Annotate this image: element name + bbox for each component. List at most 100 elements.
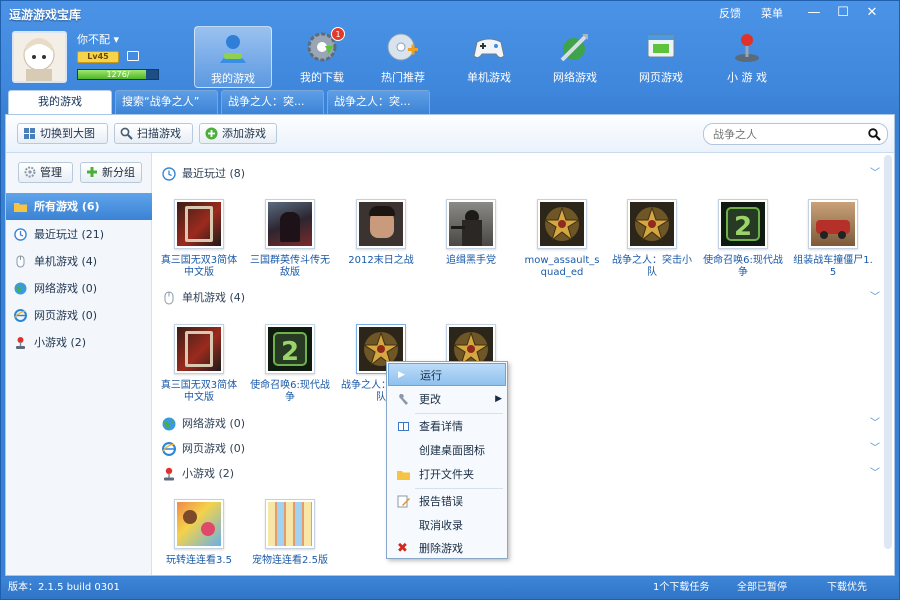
gear-icon — [24, 166, 36, 178]
menu-item-run[interactable]: ▶ 运行 — [388, 363, 506, 386]
scan-games-button[interactable]: 扫描游戏 — [114, 123, 193, 144]
menu-item-change[interactable]: 更改 ▶ — [388, 388, 506, 411]
globe-icon — [14, 282, 27, 295]
minimize-button[interactable]: — — [803, 4, 825, 22]
level-badge: Lv45 — [77, 51, 119, 63]
nav-label: 我的游戏 — [211, 72, 255, 85]
section-web[interactable]: 网页游戏 (0) ﹀ — [160, 438, 880, 460]
menu-item-uncollect[interactable]: 取消收录 — [388, 514, 506, 537]
game-item[interactable]: 2012末日之战 — [341, 199, 421, 295]
menu-item-delete[interactable]: ✖ 删除游戏 — [388, 537, 506, 560]
menu-item-create-shortcut[interactable]: 创建桌面图标 — [388, 439, 506, 462]
menu-separator — [415, 413, 503, 414]
nav-label: 网页游戏 — [639, 71, 683, 84]
sidebar-item-single[interactable]: 单机游戏 (4) — [6, 248, 152, 275]
search-box — [703, 123, 888, 145]
grid-view-icon — [24, 128, 35, 139]
vertical-scrollbar[interactable] — [884, 155, 892, 549]
feedback-link[interactable]: 反馈 — [719, 5, 741, 21]
app-title: 逗游游戏宝库 — [9, 8, 82, 22]
ie-icon — [14, 309, 27, 322]
nav-single[interactable]: 单机游戏 — [450, 26, 528, 88]
tab-game-1[interactable]: 战争之人：突... — [221, 90, 324, 114]
toolbar: 切换到大图 扫描游戏 添加游戏 — [6, 115, 894, 153]
game-item[interactable]: 2 使命召唤6:现代战争 — [703, 199, 783, 295]
magnifier-icon — [120, 127, 133, 140]
clock-icon — [14, 228, 27, 241]
nav-mini[interactable]: 小 游 戏 — [708, 26, 786, 88]
menu-item-report[interactable]: 报告错误 — [388, 490, 506, 513]
ie-icon — [162, 442, 176, 456]
all-paused-link[interactable]: 全部已暂停 — [737, 577, 787, 599]
menu-link[interactable]: 菜单 — [761, 5, 783, 21]
joystick-small-icon — [164, 467, 174, 481]
search-icon[interactable] — [868, 128, 881, 141]
sword-globe-icon — [558, 30, 592, 64]
sidebar-item-web[interactable]: 网页游戏 (0) — [6, 302, 152, 329]
expand-chevron-icon[interactable]: ﹀ — [870, 413, 880, 435]
nav-my-downloads[interactable]: 1 我的下载 — [283, 26, 361, 88]
tab-game-2[interactable]: 战争之人：突... — [327, 90, 430, 114]
clock-icon — [162, 167, 176, 181]
sidebar-item-online[interactable]: 网络游戏 (0) — [6, 275, 152, 302]
nav-online[interactable]: 网络游戏 — [536, 26, 614, 88]
game-item[interactable]: 三国群英传斗传无敌版 — [250, 199, 330, 295]
nav-label: 单机游戏 — [467, 71, 511, 84]
section-mini[interactable]: 小游戏 (2) ﹀ — [160, 463, 880, 485]
section-online[interactable]: 网络游戏 (0) ﹀ — [160, 413, 880, 435]
close-button[interactable]: ✕ — [861, 4, 883, 22]
search-input[interactable] — [713, 126, 863, 142]
collapse-chevron-icon[interactable]: ﹀ — [870, 463, 880, 485]
section-single[interactable]: 单机游戏 (4) ﹀ — [160, 287, 880, 309]
user-name[interactable]: 你不配 ▾ — [77, 31, 119, 47]
game-item[interactable]: 组装战车撞僵尸1.5 — [793, 199, 873, 295]
avatar[interactable] — [12, 31, 67, 83]
play-arrow-icon: ▶ — [398, 370, 405, 380]
nav-my-games[interactable]: 我的游戏 — [194, 26, 272, 88]
game-cover-car-icon — [811, 202, 855, 246]
nav-label: 我的下载 — [300, 71, 344, 84]
mail-icon[interactable] — [127, 51, 139, 61]
game-item[interactable]: 玩转连连看3.5 — [159, 499, 239, 575]
tab-my-games[interactable]: 我的游戏 — [8, 90, 112, 115]
add-game-button[interactable]: 添加游戏 — [199, 123, 277, 144]
sidebar-item-all[interactable]: 所有游戏 (6) — [6, 193, 152, 220]
mouse-icon — [16, 255, 25, 268]
xp-text: 1276/ — [106, 70, 130, 79]
game-item[interactable]: 2 使命召唤6:现代战争 — [250, 324, 330, 420]
game-cover-star-badge-icon — [630, 202, 674, 246]
sidebar-item-recent[interactable]: 最近玩过 (21) — [6, 221, 152, 248]
collapse-chevron-icon[interactable]: ﹀ — [870, 163, 880, 185]
game-cover-sanguo-icon — [268, 202, 312, 246]
nav-hot[interactable]: 热门推荐 — [364, 26, 442, 88]
download-tasks-link[interactable]: 1个下载任务 — [653, 577, 709, 599]
switch-view-button[interactable]: 切换到大图 — [17, 123, 108, 144]
tab-search[interactable]: 搜索“战争之人” — [115, 90, 218, 114]
game-cover-star-badge-icon — [540, 202, 584, 246]
globe-icon — [162, 417, 176, 431]
section-recent[interactable]: 最近玩过 (8) ﹀ — [160, 163, 880, 185]
game-cover-dynasty-warriors-icon — [177, 202, 221, 246]
new-group-button[interactable]: 新分组 — [80, 162, 142, 183]
game-item[interactable]: 真三国无双3简体中文版 — [159, 324, 239, 420]
game-item[interactable]: mow_assault_squad_ed — [522, 199, 602, 295]
wrench-icon — [399, 394, 408, 405]
game-item[interactable]: 真三国无双3简体中文版 — [159, 199, 239, 295]
game-item[interactable]: 宠物连连看2.5版 — [250, 499, 330, 575]
maximize-button[interactable]: ☐ — [832, 4, 854, 22]
expand-chevron-icon[interactable]: ﹀ — [870, 438, 880, 460]
plus-circle-icon — [205, 127, 218, 140]
my-games-icon — [216, 31, 250, 65]
game-item[interactable]: 战争之人：突击小队 — [612, 199, 692, 295]
collapse-chevron-icon[interactable]: ﹀ — [870, 287, 880, 309]
manage-button[interactable]: 管理 — [18, 162, 73, 183]
sidebar-item-mini[interactable]: 小游戏 (2) — [6, 329, 152, 356]
download-priority-link[interactable]: 下载优先 — [827, 577, 867, 599]
game-cover-dynasty-warriors-icon — [177, 327, 221, 371]
game-item[interactable]: 追缉黑手党 — [431, 199, 511, 295]
menu-item-open-folder[interactable]: 打开文件夹 — [388, 463, 506, 486]
game-content: 最近玩过 (8) ﹀ 真三国无双3简体中文版 三国群英传斗传无敌版 2012末日… — [152, 153, 894, 575]
mouse-icon — [164, 291, 174, 305]
menu-item-details[interactable]: 查看详情 — [388, 415, 506, 438]
nav-web[interactable]: 网页游戏 — [622, 26, 700, 88]
